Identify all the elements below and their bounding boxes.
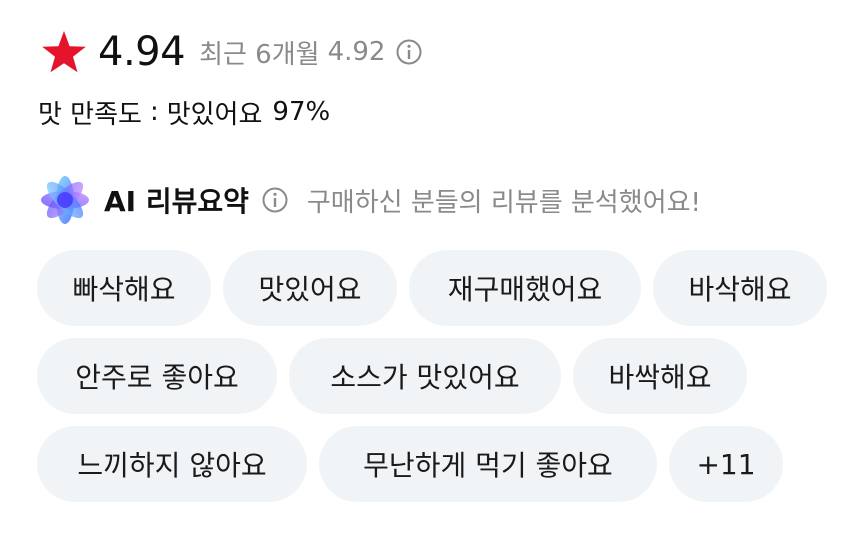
taste-satisfaction: 맛 만족도 : 맛있어요 97% (38, 92, 330, 132)
review-tag-chip[interactable]: 맛있어요 (223, 250, 397, 326)
review-tag-chip[interactable]: 바삭해요 (653, 250, 827, 326)
satisfaction-separator: : (149, 97, 159, 127)
review-tag-chip[interactable]: 무난하게 먹기 좋아요 (319, 426, 657, 502)
satisfaction-percent: 97% (272, 97, 331, 127)
review-tag-chip[interactable]: 소스가 맛있어요 (289, 338, 561, 414)
recent-period-label: 최근 6개월 (199, 39, 320, 70)
info-icon[interactable] (261, 186, 289, 214)
review-tag-chip[interactable]: 재구매했어요 (409, 250, 641, 326)
review-tag-chip[interactable]: 느끼하지 않아요 (37, 426, 307, 502)
ai-summary-title: AI 리뷰요약 (104, 185, 249, 218)
ai-summary-header: AI 리뷰요약 구매하신 분들의 리뷰를 분석했어요! (38, 174, 701, 226)
recent-rating-value: 4.92 (327, 37, 386, 67)
info-icon[interactable] (395, 38, 423, 66)
star-icon (42, 31, 86, 73)
satisfaction-label: 맛 만족도 (38, 99, 142, 130)
review-tag-chip[interactable]: 빠삭해요 (37, 250, 211, 326)
rating-row: 4.94 최근 6개월 4.92 (40, 26, 423, 78)
satisfaction-value: 맛있어요 (166, 99, 263, 130)
ai-summary-description: 구매하신 분들의 리뷰를 분석했어요! (306, 187, 701, 218)
more-tags-button[interactable]: +11 (669, 426, 783, 502)
review-tag-chip[interactable]: 바싹해요 (573, 338, 747, 414)
review-tag-chip[interactable]: 안주로 좋아요 (37, 338, 277, 414)
rating-value: 4.94 (98, 29, 186, 75)
ai-sparkle-icon (41, 176, 89, 224)
